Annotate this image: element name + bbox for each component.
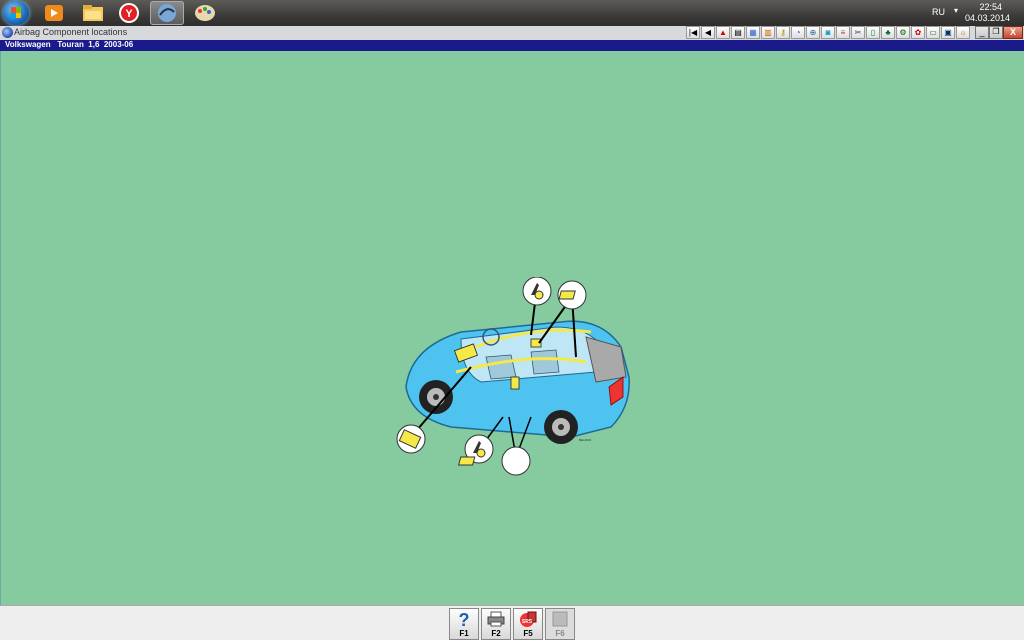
document-icon[interactable]: ▤ (731, 26, 745, 39)
print-icon (487, 611, 505, 627)
system-tray: RU ▾ 22:54 04.03.2014 (924, 0, 1024, 26)
srs-key-label: F5 (523, 629, 533, 638)
function-key-bar: ? F1 F2 SRS F5 F6 (0, 605, 1024, 640)
tree-icon[interactable]: ♣ (881, 26, 895, 39)
key-icon[interactable]: ⚷ (776, 26, 790, 39)
taskbar-media-player[interactable] (37, 1, 71, 25)
door-icon[interactable]: ▯ (866, 26, 880, 39)
maximize-button[interactable]: ❐ (989, 26, 1003, 39)
cut-icon[interactable]: ✂ (851, 26, 865, 39)
taskbar-diagnostic-app[interactable] (150, 1, 184, 25)
language-dropdown-icon[interactable]: ▾ (954, 6, 958, 15)
close-button[interactable]: X (1003, 26, 1023, 39)
airbag-location-diagram: BEL0001 (396, 277, 630, 476)
svg-text:Y: Y (125, 8, 133, 20)
window-title: Airbag Component locations (14, 27, 128, 37)
prev-icon[interactable]: ◀ (701, 26, 715, 39)
print-button[interactable]: F2 (481, 608, 511, 640)
srs-icon: SRS (520, 611, 537, 627)
svg-text:?: ? (459, 610, 470, 628)
minimize-button[interactable]: _ (975, 26, 989, 39)
table-icon[interactable]: ▦ (746, 26, 760, 39)
main-panel: BEL0001 (0, 51, 1024, 605)
start-button[interactable] (3, 1, 29, 25)
callout-curtain-airbag-icon (557, 280, 587, 310)
app-icon (2, 27, 13, 38)
callout-srs-unit-icon (396, 424, 426, 454)
help-icon: ? (459, 610, 470, 628)
monitor-icon[interactable]: ▭ (926, 26, 940, 39)
clock-date: 04.03.2014 (964, 13, 1010, 23)
vehicle-info-bar: Volkswagen Touran 1,6 2003-06 (0, 40, 1024, 51)
media-player-icon (45, 5, 63, 21)
help-key-label: F1 (459, 629, 469, 638)
windows-logo-icon-lower (11, 13, 21, 18)
blank-icon (552, 611, 568, 627)
svg-text:SRS: SRS (522, 619, 533, 625)
gauge-icon[interactable]: ◔ (791, 26, 805, 39)
warning-icon[interactable]: ▲ (716, 26, 730, 39)
callout-seat-airbag-icon (522, 277, 552, 306)
f6-key-label: F6 (555, 629, 565, 638)
srs-button[interactable]: SRS F5 (513, 608, 543, 640)
paw-icon[interactable]: ✿ (911, 26, 925, 39)
car-icon[interactable]: ◙ (821, 26, 835, 39)
help-button[interactable]: ? F1 (449, 608, 479, 640)
taskbar: Y RU ▾ 22:54 04.03.2014 (0, 0, 1024, 26)
engine-icon[interactable]: ⚙ (896, 26, 910, 39)
f6-button[interactable]: F6 (545, 608, 575, 640)
chart-icon[interactable]: ▥ (761, 26, 775, 39)
gear-icon[interactable]: ☼ (956, 26, 970, 39)
calendar-icon[interactable]: ▣ (941, 26, 955, 39)
toolbar: |◀ ◀ ▲ ▤ ▦ ▥ ⚷ ◔ ⊕ ◙ ≡ ✂ ▯ ♣ ⚙ ✿ ▭ ▣ ☼ (686, 26, 970, 40)
vehicle-info: Volkswagen Touran 1,6 2003-06 (5, 40, 134, 49)
taskbar-file-explorer[interactable] (76, 1, 110, 25)
print-key-label: F2 (491, 629, 501, 638)
taskbar-paint[interactable] (188, 1, 222, 25)
paint-icon (195, 5, 215, 21)
language-indicator[interactable]: RU (932, 7, 945, 17)
first-icon[interactable]: |◀ (686, 26, 700, 39)
clock-time: 22:54 (979, 2, 1002, 12)
diagnostic-app-icon (158, 4, 176, 22)
plug-icon[interactable]: ⊕ (806, 26, 820, 39)
file-explorer-icon (83, 5, 103, 21)
taskbar-yandex-browser[interactable]: Y (112, 1, 146, 25)
diagram-stamp: BEL0001 (579, 438, 592, 442)
yandex-browser-icon: Y (119, 3, 139, 23)
list-icon[interactable]: ≡ (836, 26, 850, 39)
